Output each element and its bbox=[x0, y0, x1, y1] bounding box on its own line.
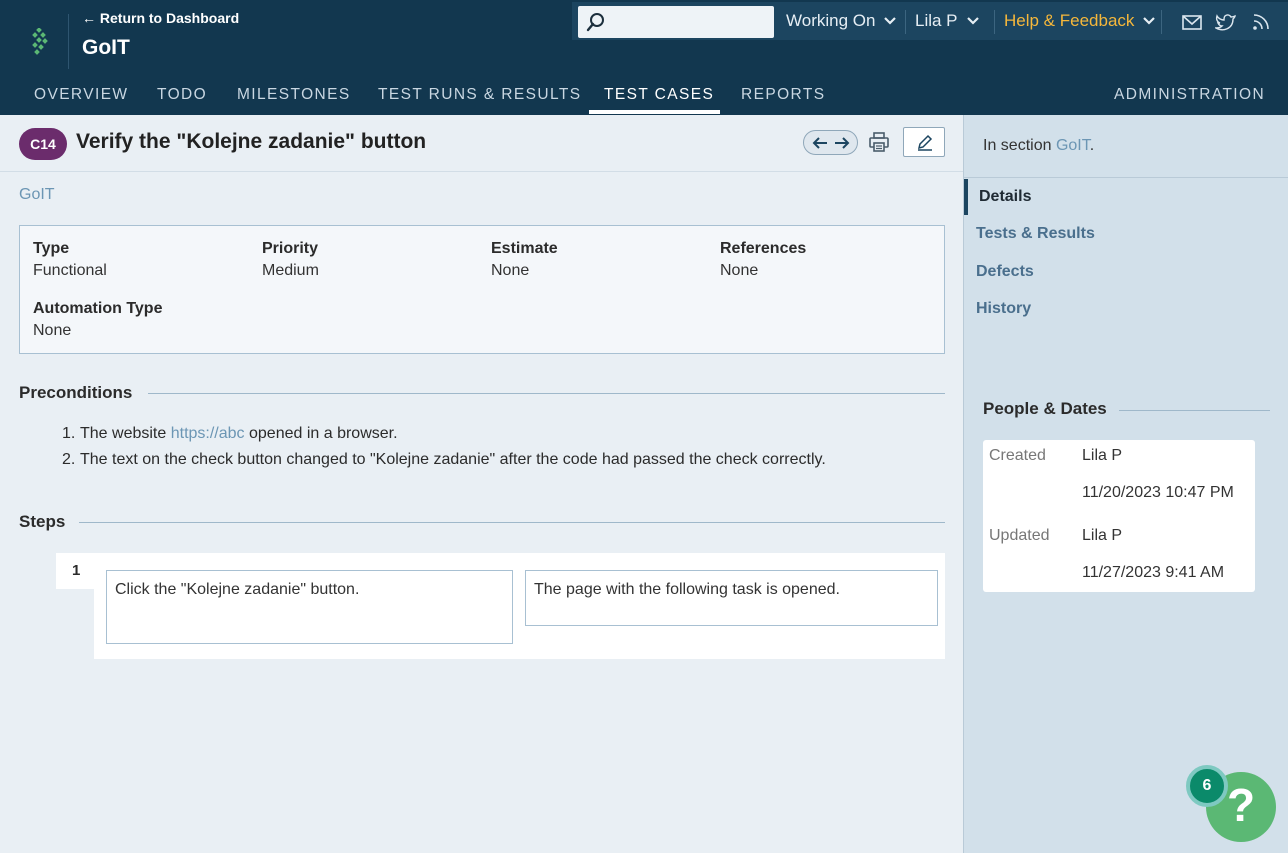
tab-reports[interactable]: REPORTS bbox=[741, 86, 825, 104]
case-id-badge: C14 bbox=[19, 128, 67, 160]
section-divider bbox=[1119, 410, 1270, 411]
return-to-dashboard-link[interactable]: ← Return to Dashboard bbox=[82, 10, 239, 26]
step-number: 1 bbox=[72, 562, 81, 579]
property-label: Type bbox=[33, 240, 70, 257]
in-section-text: In section GoIT. bbox=[983, 137, 1094, 155]
rss-icon[interactable] bbox=[1251, 12, 1273, 32]
tab-milestones[interactable]: MILESTONES bbox=[237, 86, 351, 104]
precondition-text: The text on the check button changed to … bbox=[80, 451, 826, 468]
pencil-icon bbox=[917, 134, 933, 151]
search-input[interactable] bbox=[578, 6, 774, 38]
tab-todo[interactable]: TODO bbox=[157, 86, 207, 104]
updated-label: Updated bbox=[989, 527, 1050, 544]
precondition-text-prefix: The website bbox=[80, 425, 171, 442]
step-number-box: 1 bbox=[56, 553, 94, 589]
print-icon[interactable] bbox=[868, 131, 890, 153]
header-separator bbox=[994, 10, 995, 34]
search-icon bbox=[586, 13, 604, 32]
property-type: Type Functional bbox=[33, 240, 107, 280]
sidebar: In section GoIT. Details Tests & Results… bbox=[963, 115, 1288, 853]
top-header: ← Return to Dashboard GoIT Working On Li… bbox=[0, 0, 1288, 115]
list-item: 2. The text on the check button changed … bbox=[62, 451, 826, 477]
main-nav: OVERVIEW TODO MILESTONES TEST RUNS & RES… bbox=[0, 76, 1288, 115]
header-separator bbox=[905, 10, 906, 34]
tab-overview[interactable]: OVERVIEW bbox=[34, 86, 128, 104]
property-value: None bbox=[33, 322, 72, 339]
step-content: Click the "Kolejne zadanie" button. bbox=[106, 570, 513, 644]
step-row: Click the "Kolejne zadanie" button. The … bbox=[94, 553, 945, 659]
property-priority: Priority Medium bbox=[262, 240, 319, 280]
twitter-icon[interactable] bbox=[1215, 12, 1237, 32]
arrow-left-icon[interactable] bbox=[812, 136, 828, 150]
active-tab-indicator bbox=[964, 179, 968, 215]
list-number: 2. bbox=[62, 451, 76, 468]
created-label: Created bbox=[989, 447, 1046, 464]
main-content: C14 Verify the "Kolejne zadanie" button bbox=[0, 115, 963, 853]
section-divider bbox=[79, 522, 945, 523]
help-feedback-label: Help & Feedback bbox=[1004, 11, 1135, 30]
created-by: Lila P bbox=[1082, 447, 1123, 464]
notification-badge[interactable]: 6 bbox=[1186, 765, 1228, 807]
property-estimate: Estimate None bbox=[491, 240, 558, 280]
user-name: Lila P bbox=[915, 11, 958, 30]
steps-heading: Steps bbox=[19, 512, 66, 531]
prev-next-buttons bbox=[803, 130, 858, 155]
precondition-link[interactable]: https://abc bbox=[171, 425, 245, 442]
property-automation-type: Automation Type None bbox=[33, 300, 162, 340]
sidebar-item-details[interactable]: Details bbox=[979, 188, 1031, 206]
precondition-text: The website https://abc opened in a brow… bbox=[80, 425, 398, 451]
header-toolbar: Working On Lila P Help & Feedback bbox=[572, 2, 1288, 40]
help-feedback-dropdown[interactable]: Help & Feedback bbox=[1004, 11, 1156, 31]
sidebar-item-defects[interactable]: Defects bbox=[976, 263, 1034, 281]
people-dates-card: Created Lila P 11/20/2023 10:47 PM Updat… bbox=[983, 440, 1255, 592]
chevron-down-icon bbox=[1143, 17, 1156, 25]
edit-button[interactable] bbox=[903, 127, 945, 157]
in-section-suffix: . bbox=[1089, 137, 1095, 154]
property-references: References None bbox=[720, 240, 806, 280]
working-on-dropdown[interactable]: Working On bbox=[786, 11, 897, 31]
header-separator bbox=[1161, 10, 1162, 34]
property-label: References bbox=[720, 240, 807, 257]
tab-administration[interactable]: ADMINISTRATION bbox=[1114, 86, 1265, 104]
property-label: Estimate bbox=[491, 240, 558, 257]
list-item: 1. The website https://abc opened in a b… bbox=[62, 425, 826, 451]
testrail-logo-icon[interactable] bbox=[28, 28, 50, 56]
arrow-right-icon[interactable] bbox=[834, 136, 850, 150]
sidebar-item-history[interactable]: History bbox=[976, 300, 1031, 318]
people-dates-heading: People & Dates bbox=[983, 399, 1107, 418]
property-value: Functional bbox=[33, 262, 107, 279]
breadcrumb[interactable]: GoIT bbox=[19, 186, 55, 204]
case-title-row: C14 Verify the "Kolejne zadanie" button bbox=[0, 115, 963, 172]
tab-test-cases[interactable]: TEST CASES bbox=[604, 86, 714, 104]
sidebar-divider bbox=[964, 177, 1288, 178]
property-value: None bbox=[491, 262, 530, 279]
page-title: Verify the "Kolejne zadanie" button bbox=[76, 130, 427, 153]
section-link[interactable]: GoIT bbox=[1056, 137, 1090, 154]
updated-date: 11/27/2023 9:41 AM bbox=[1082, 564, 1225, 581]
tab-test-runs-results[interactable]: TEST RUNS & RESULTS bbox=[378, 86, 581, 104]
preconditions-heading: Preconditions bbox=[19, 383, 133, 402]
chevron-down-icon bbox=[966, 17, 979, 25]
header-divider bbox=[68, 14, 69, 69]
list-number: 1. bbox=[62, 425, 76, 442]
created-date: 11/20/2023 10:47 PM bbox=[1082, 484, 1234, 501]
active-tab-indicator bbox=[589, 110, 720, 114]
updated-by: Lila P bbox=[1082, 527, 1123, 544]
property-label: Automation Type bbox=[33, 300, 163, 317]
step-expected-result: The page with the following task is open… bbox=[525, 570, 938, 626]
working-on-label: Working On bbox=[786, 11, 876, 30]
case-properties: Type Functional Priority Medium Estimate… bbox=[19, 225, 945, 354]
chevron-down-icon bbox=[884, 17, 897, 25]
project-title[interactable]: GoIT bbox=[82, 36, 130, 60]
property-label: Priority bbox=[262, 240, 319, 257]
mail-icon[interactable] bbox=[1181, 12, 1203, 32]
in-section-prefix: In section bbox=[983, 137, 1056, 154]
preconditions-list: 1. The website https://abc opened in a b… bbox=[62, 425, 826, 477]
precondition-text-suffix: opened in a browser. bbox=[244, 425, 398, 442]
property-value: Medium bbox=[262, 262, 319, 279]
property-value: None bbox=[720, 262, 759, 279]
sidebar-item-tests-results[interactable]: Tests & Results bbox=[976, 225, 1095, 243]
user-menu-dropdown[interactable]: Lila P bbox=[915, 11, 980, 31]
section-divider bbox=[148, 393, 945, 394]
